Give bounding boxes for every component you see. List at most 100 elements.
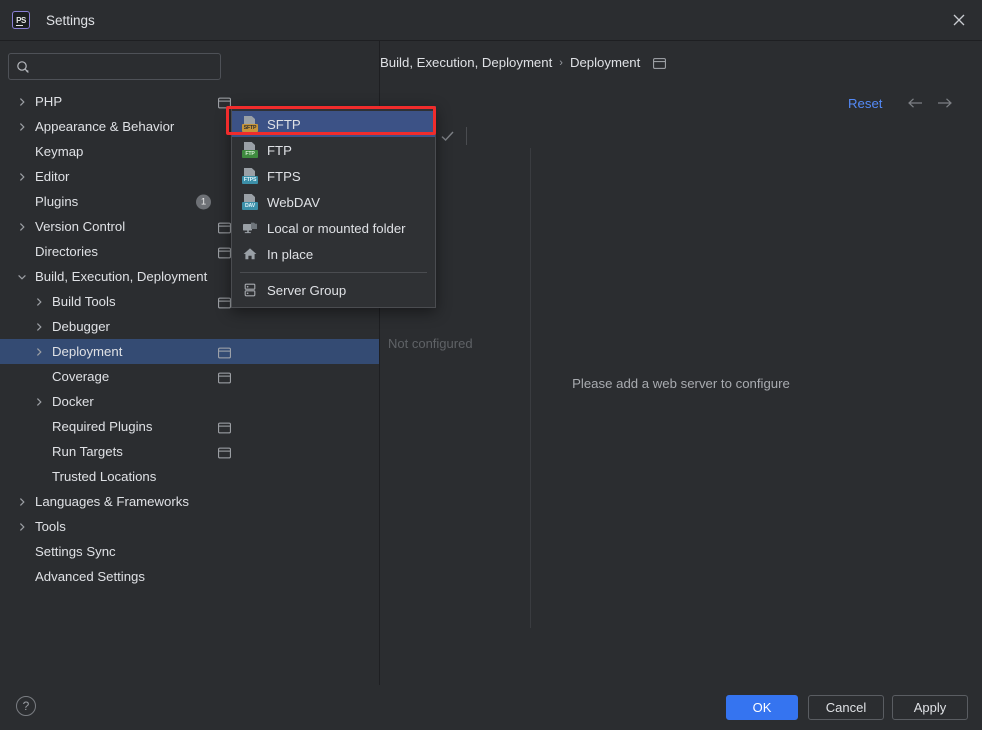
webdav-icon: DAV (242, 194, 258, 210)
menu-item-webdav[interactable]: DAV WebDAV (232, 189, 435, 215)
window-icon (218, 246, 231, 258)
sidebar-item-label: Debugger (52, 319, 110, 334)
chevron-right-icon[interactable] (33, 321, 45, 333)
check-icon[interactable] (434, 125, 460, 147)
sidebar-item-label: Settings Sync (35, 544, 116, 559)
sidebar-item-deployment[interactable]: Deployment (0, 339, 379, 364)
chevron-right-icon[interactable] (33, 296, 45, 308)
window-icon (218, 221, 231, 233)
sidebar-item-trusted-locations[interactable]: Trusted Locations (0, 464, 379, 489)
window-icon (218, 421, 231, 433)
sidebar-item-label: Required Plugins (52, 419, 153, 434)
local-folder-icon (242, 220, 258, 236)
sidebar-item-debugger[interactable]: Debugger (0, 314, 379, 339)
sidebar-item-settings-sync[interactable]: Settings Sync (0, 539, 379, 564)
ftps-icon: FTPS (242, 168, 258, 184)
window-icon (218, 96, 231, 108)
breadcrumb-separator-icon: › (559, 56, 563, 69)
sidebar-item-label: Directories (35, 244, 99, 259)
sidebar-item-label: Version Control (35, 219, 126, 234)
close-icon[interactable] (936, 0, 982, 40)
window-icon (218, 371, 231, 383)
menu-item-label: Local or mounted folder (267, 220, 406, 236)
search-field[interactable] (8, 53, 221, 80)
arrow-left-icon[interactable] (907, 96, 923, 108)
apply-button[interactable]: Apply (892, 695, 968, 720)
window-icon (653, 57, 667, 69)
sidebar-item-label: Deployment (52, 344, 123, 359)
chevron-right-icon[interactable] (16, 521, 28, 533)
sftp-icon: SFTP (242, 116, 258, 132)
breadcrumb: Build, Execution, Deployment › Deploymen… (380, 55, 667, 70)
phpstorm-icon: PS (12, 11, 30, 29)
sidebar-item-label: PHP (35, 94, 63, 109)
sidebar-item-coverage[interactable]: Coverage (0, 364, 379, 389)
server-group-icon (242, 282, 258, 298)
sidebar-item-languages-frameworks[interactable]: Languages & Frameworks (0, 489, 379, 514)
menu-item-label: SFTP (267, 116, 301, 132)
sidebar-item-label: Trusted Locations (52, 469, 157, 484)
chevron-right-icon[interactable] (33, 346, 45, 358)
sidebar-item-label: Editor (35, 169, 70, 184)
toolbar-separator (466, 127, 467, 145)
menu-item-server-group[interactable]: Server Group (232, 277, 435, 303)
menu-separator (240, 272, 427, 273)
sidebar-item-advanced-settings[interactable]: Advanced Settings (0, 564, 379, 589)
sidebar-item-label: Appearance & Behavior (35, 119, 175, 134)
menu-item-label: WebDAV (267, 194, 321, 210)
sidebar-item-docker[interactable]: Docker (0, 389, 379, 414)
breadcrumb-leaf: Deployment (569, 55, 641, 70)
sidebar-item-run-targets[interactable]: Run Targets (0, 439, 379, 464)
breadcrumb-root[interactable]: Build, Execution, Deployment (380, 55, 552, 70)
history-nav (907, 96, 953, 108)
home-icon (242, 246, 258, 262)
chevron-right-icon[interactable] (16, 171, 28, 183)
title-bar: PS Settings (0, 0, 982, 40)
menu-item-ftps[interactable]: FTPS FTPS (232, 163, 435, 189)
sidebar-item-tools[interactable]: Tools (0, 514, 379, 539)
menu-item-label: In place (267, 246, 314, 262)
chevron-right-icon[interactable] (16, 96, 28, 108)
sidebar-item-label: Build, Execution, Deployment (35, 269, 208, 284)
sidebar-item-required-plugins[interactable]: Required Plugins (0, 414, 379, 439)
chevron-right-icon[interactable] (33, 396, 45, 408)
settings-body: PHP Appearance & Behavior Keymap Editor Plug… (0, 40, 982, 686)
add-server-popup-menu[interactable]: SFTP SFTP FTP FTP FTPS FTPS DAV WebDAV Local or … (231, 106, 436, 308)
deployment-pane: Build, Execution, Deployment › Deploymen… (380, 41, 982, 686)
window-icon (218, 346, 231, 358)
cancel-button[interactable]: Cancel (808, 695, 884, 720)
help-button[interactable]: ? (16, 696, 36, 716)
arrow-right-icon[interactable] (937, 96, 953, 108)
ok-button[interactable]: OK (726, 695, 798, 720)
reset-link[interactable]: Reset (848, 96, 882, 111)
chevron-right-icon[interactable] (16, 221, 28, 233)
menu-item-ftp[interactable]: FTP FTP (232, 137, 435, 163)
sidebar-item-label: Docker (52, 394, 94, 409)
menu-item-sftp[interactable]: SFTP SFTP (232, 111, 435, 137)
menu-item-local-or-mounted-folder[interactable]: Local or mounted folder (232, 215, 435, 241)
empty-state-message: Please add a web server to configure (572, 376, 790, 391)
chevron-down-icon[interactable] (16, 271, 28, 283)
sidebar-item-label: Languages & Frameworks (35, 494, 189, 509)
ftp-icon: FTP (242, 142, 258, 158)
menu-item-label: Server Group (267, 282, 347, 298)
sidebar-item-label: Run Targets (52, 444, 123, 459)
window-icon (218, 296, 231, 308)
search-input[interactable] (36, 59, 220, 74)
chevron-right-icon[interactable] (16, 121, 28, 133)
plugins-update-badge: 1 (196, 194, 211, 209)
menu-item-in-place[interactable]: In place (232, 241, 435, 267)
chevron-right-icon[interactable] (16, 496, 28, 508)
window-title: Settings (46, 12, 95, 28)
sidebar-item-label: Plugins (35, 194, 79, 209)
sidebar-item-label: Coverage (52, 369, 110, 384)
sidebar-item-label: Advanced Settings (35, 569, 145, 584)
